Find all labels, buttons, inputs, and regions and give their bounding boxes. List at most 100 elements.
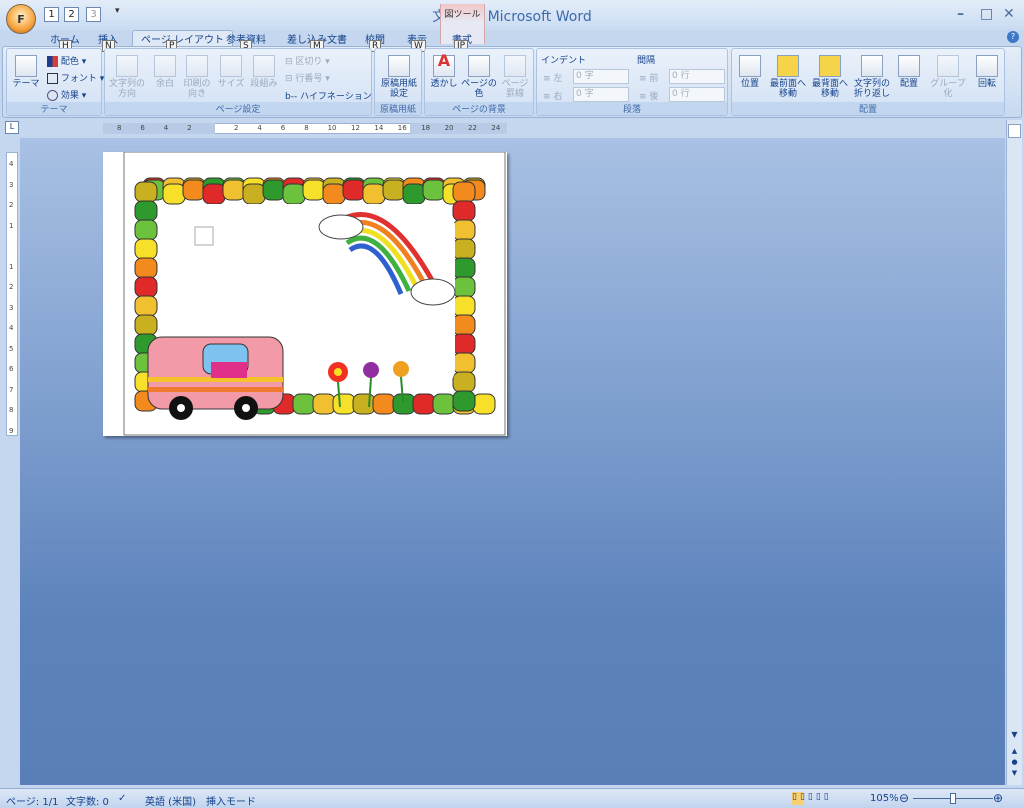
tab-page-layout[interactable]: ページ レイアウト: [132, 30, 233, 47]
spacing-after-input[interactable]: 0 行: [669, 87, 725, 102]
spacing-label: 間隔: [637, 56, 656, 66]
frame-stone: [182, 179, 206, 201]
ruler-tick: 8: [117, 124, 122, 132]
frame-stone: [332, 393, 356, 415]
tab-selector-button[interactable]: L: [5, 121, 19, 134]
key-tip: 1: [48, 9, 55, 20]
margins-button[interactable]: 余白: [151, 55, 179, 89]
proofing-icon[interactable]: ✓: [118, 793, 126, 804]
themes-button[interactable]: テーマ: [11, 55, 41, 89]
vruler-tick: 6: [9, 365, 14, 373]
page-color-button[interactable]: ページの色: [461, 55, 497, 99]
key-tip: 2: [68, 9, 75, 20]
spacing-before-input[interactable]: 0 行: [669, 69, 725, 84]
qat-undo-button[interactable]: 2: [64, 7, 79, 22]
hyphenation-button[interactable]: b-- ハイフネーション ▾: [285, 89, 379, 102]
view-buttons[interactable]: ▯▯▯▯▯: [792, 792, 864, 805]
effects-button[interactable]: 効果 ▾: [47, 88, 86, 101]
browse-object-buttons[interactable]: ▲ ● ▼: [1008, 746, 1021, 782]
frame-stone: [312, 393, 336, 415]
frame-stone: [134, 314, 158, 336]
qat-save-button[interactable]: 1: [44, 7, 59, 22]
cloud-right: [410, 278, 456, 306]
spacing-after-label: ≡ 後: [639, 92, 659, 102]
word-count[interactable]: 文字数: 0: [66, 793, 109, 808]
ruler-tick: 16: [397, 124, 407, 132]
button-label: 段組み: [250, 79, 278, 89]
manuscript-settings-button[interactable]: 原稿用紙設定: [377, 55, 421, 99]
value: 0 行: [672, 71, 690, 81]
send-to-back-button[interactable]: 最背面へ移動: [810, 55, 850, 99]
button-label: 最前面へ移動: [769, 79, 806, 99]
fonts-button[interactable]: フォント ▾: [47, 71, 104, 84]
close-button[interactable]: ✕: [1003, 6, 1015, 22]
fonts-icon: [47, 73, 58, 84]
orientation-button[interactable]: 印刷の向き: [181, 55, 213, 99]
group-icon: [937, 55, 959, 77]
ruler-tick: 2: [187, 124, 192, 132]
qat-customize-icon[interactable]: ▾: [115, 6, 120, 16]
indent-label: インデント: [541, 56, 587, 66]
indent-left-input[interactable]: 0 字: [573, 69, 629, 84]
group-button[interactable]: グループ化: [926, 55, 970, 99]
vruler-tick: 7: [9, 385, 14, 394]
insert-mode[interactable]: 挿入モード: [206, 793, 256, 808]
columns-button[interactable]: 段組み: [249, 55, 279, 89]
indent-right-input[interactable]: 0 字: [573, 87, 629, 102]
bring-to-front-button[interactable]: 最前面へ移動: [768, 55, 808, 99]
vertical-scrollbar[interactable]: ▼ ▲ ● ▼: [1006, 120, 1022, 785]
vruler-tick: 9: [9, 426, 14, 435]
group-label: ページの背景: [425, 102, 533, 115]
ruler-toggle-button[interactable]: [1008, 124, 1021, 138]
frame-stone: [452, 352, 476, 374]
group-arrange: 位置 最前面へ移動 最背面へ移動 文字列の折り返し 配置 グループ化 回転 配置: [731, 48, 1005, 116]
text-direction-button[interactable]: 文字列の方向: [107, 55, 147, 99]
frame-stone: [134, 181, 158, 203]
minimize-button[interactable]: –: [957, 6, 964, 22]
zoom-in-icon[interactable]: ⊕: [993, 791, 1003, 805]
frame-stone: [262, 179, 286, 201]
qat-redo-button[interactable]: 3: [86, 7, 101, 22]
page-borders-button[interactable]: ページ罫線: [499, 55, 531, 99]
language[interactable]: 英語 (米国): [145, 793, 196, 808]
frame-stone: [292, 393, 316, 415]
group-page-background: A 透かし ページの色 ページ罫線 ページの背景: [424, 48, 534, 116]
spacing-before-label: ≡ 前: [639, 74, 659, 84]
group-label: ページ設定: [105, 102, 371, 115]
zoom-slider-thumb[interactable]: [950, 793, 957, 804]
frame-stone: [372, 393, 396, 415]
group-theme: テーマ 配色 ▾ フォント ▾ 効果 ▾ テーマ: [6, 48, 104, 116]
button-label: 行番号: [295, 74, 323, 84]
maximize-button[interactable]: □: [980, 6, 993, 22]
watermark-button[interactable]: A 透かし: [429, 53, 459, 90]
text-wrapping-button[interactable]: 文字列の折り返し: [850, 55, 894, 99]
ruler-tick: 4: [163, 124, 169, 132]
breaks-button[interactable]: ⊟ 区切り ▾: [285, 54, 330, 67]
size-button[interactable]: サイズ: [217, 55, 245, 89]
frame-clipart[interactable]: [103, 151, 507, 436]
zoom-out-icon[interactable]: ⊖: [899, 791, 909, 805]
frame-stone: [452, 333, 476, 355]
scroll-down-arrow-icon[interactable]: ▼: [1008, 730, 1021, 744]
zoom-level[interactable]: 105%: [870, 793, 899, 804]
bring-to-front-icon: [777, 55, 799, 77]
frame-stone: [402, 183, 426, 205]
window-title: 文書 1 - Microsoft Word: [432, 9, 592, 25]
group-paragraph: インデント ≡ 左 0 字 ≡ 右 0 字 間隔 ≡ 前 0 行 ≡ 後 0 行…: [536, 48, 728, 116]
rotate-button[interactable]: 回転: [972, 55, 1002, 89]
page-count[interactable]: ページ: 1/1: [6, 793, 58, 808]
value: 0 字: [576, 89, 594, 99]
ruler-tick: 4: [257, 124, 262, 132]
watermark-icon: A: [433, 53, 455, 77]
frame-stone: [452, 390, 476, 412]
context-tab-label: 図ツール: [444, 10, 481, 20]
button-label: 配置: [899, 79, 918, 89]
colors-button[interactable]: 配色 ▾: [47, 54, 86, 67]
frame-stone: [432, 393, 456, 415]
frame-stone: [452, 257, 476, 279]
line-numbers-button[interactable]: ⊟ 行番号 ▾: [285, 71, 330, 84]
button-label: 回転: [977, 79, 996, 89]
position-button[interactable]: 位置: [734, 55, 766, 89]
align-button[interactable]: 配置: [894, 55, 924, 89]
document-page[interactable]: [103, 151, 507, 436]
